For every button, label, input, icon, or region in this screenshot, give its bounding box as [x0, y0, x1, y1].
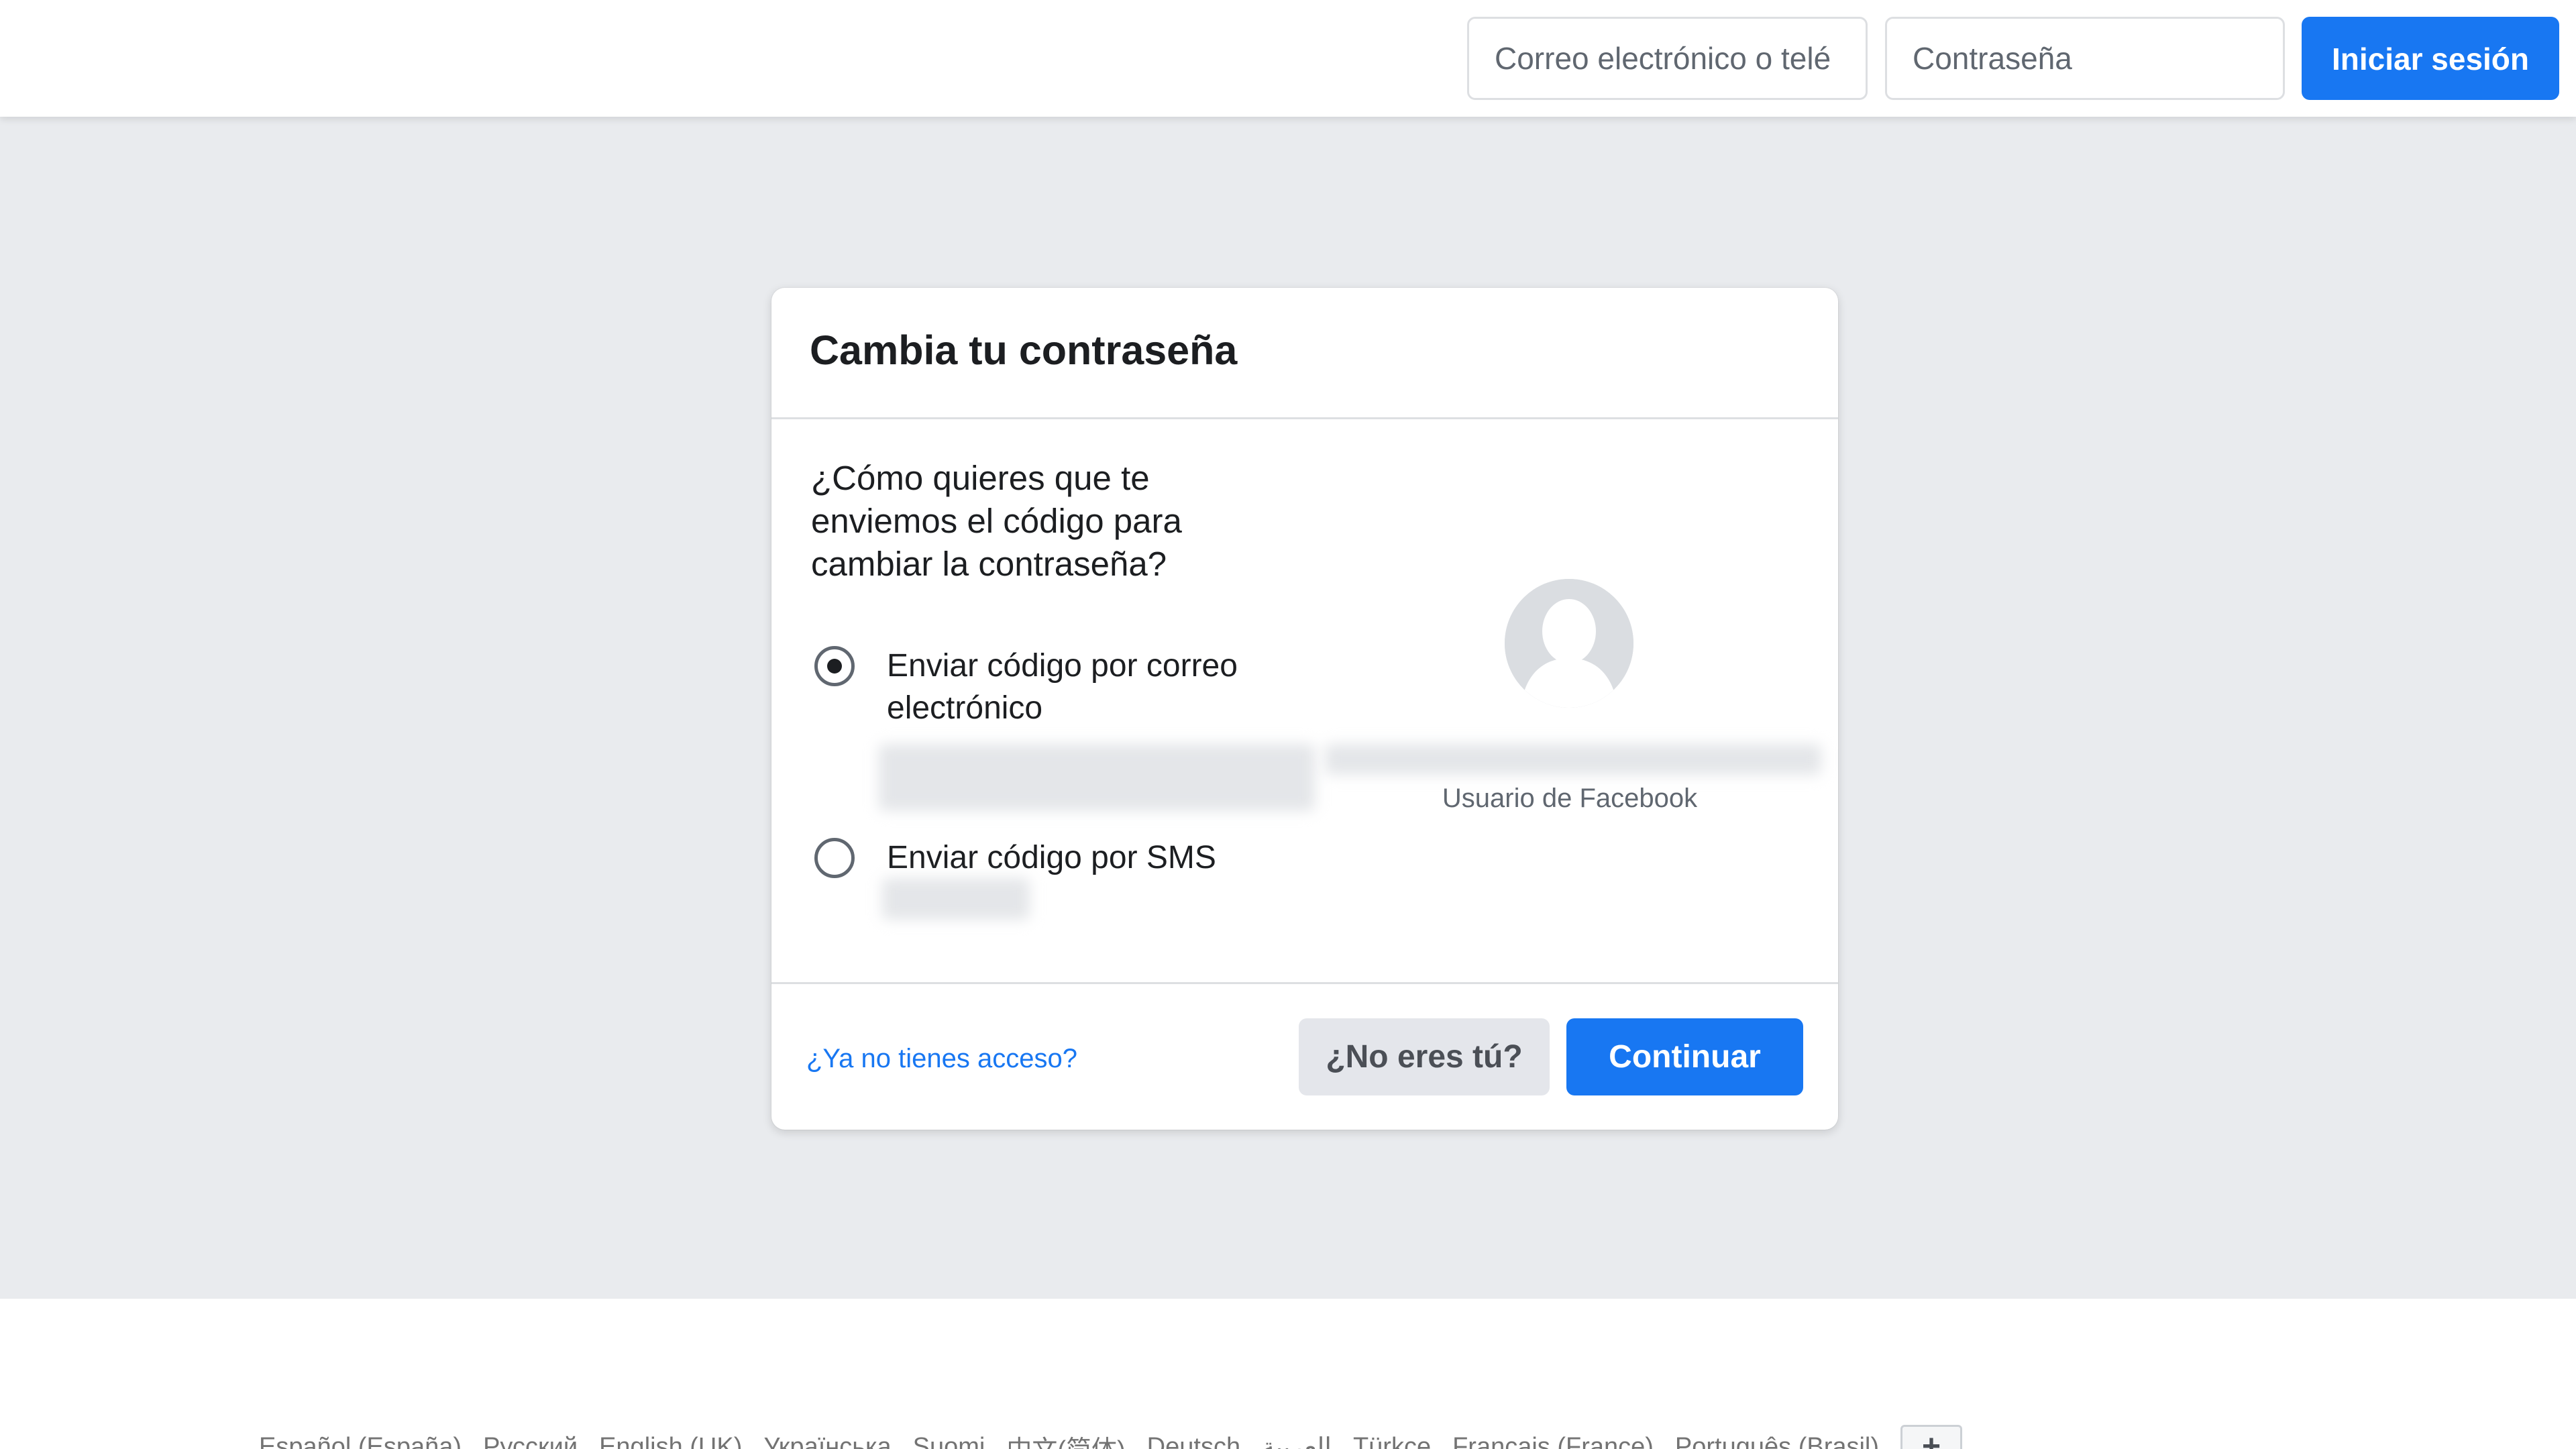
avatar: [1505, 579, 1633, 708]
email-or-phone-input[interactable]: [1467, 17, 1868, 100]
language-link-ru[interactable]: Русский: [483, 1433, 578, 1449]
email-option-label: Enviar código por correo electrónico: [887, 648, 1238, 726]
email-radio-button[interactable]: [814, 646, 855, 686]
top-login-bar: Iniciar sesión: [0, 0, 2576, 117]
card-footer-divider: [771, 982, 1838, 984]
language-link-tr[interactable]: Türkçe: [1353, 1433, 1431, 1449]
redacted-phone-number: [882, 878, 1030, 920]
language-link-uk[interactable]: Українська: [763, 1433, 891, 1449]
language-link-zh[interactable]: 中文(简体): [1006, 1429, 1125, 1449]
language-list: Español (España) Русский English (UK) Ук…: [259, 1425, 1963, 1449]
continue-button[interactable]: Continuar: [1566, 1018, 1803, 1095]
language-link-fr[interactable]: Français (France): [1452, 1433, 1654, 1449]
sms-radio-button[interactable]: [814, 838, 855, 878]
default-profile-silhouette-icon: [1505, 579, 1633, 708]
user-caption: Usuario de Facebook: [1442, 784, 1698, 813]
not-you-button[interactable]: ¿No eres tú?: [1299, 1018, 1550, 1095]
password-input[interactable]: [1885, 17, 2285, 100]
sms-option-label: Enviar código por SMS: [887, 840, 1216, 875]
login-button[interactable]: Iniciar sesión: [2302, 17, 2559, 100]
email-code-option[interactable]: Enviar código por correo electrónico: [814, 646, 1284, 733]
redacted-email-address: [879, 744, 1315, 811]
language-link-es[interactable]: Español (España): [259, 1433, 462, 1449]
language-link-ar[interactable]: العربية: [1262, 1432, 1332, 1449]
redacted-user-name: [1325, 744, 1821, 775]
footer: Español (España) Русский English (UK) Ук…: [0, 1299, 2576, 1449]
language-link-pt-br[interactable]: Português (Brasil): [1675, 1433, 1879, 1449]
more-languages-button[interactable]: +: [1900, 1425, 1963, 1449]
method-question: ¿Cómo quieres que te enviemos el código …: [811, 459, 1182, 583]
card-title: Cambia tu contraseña: [810, 327, 1238, 373]
language-link-de[interactable]: Deutsch: [1147, 1433, 1240, 1449]
reset-password-card: Cambia tu contraseña ¿Cómo quieres que t…: [771, 288, 1838, 1130]
no-access-link[interactable]: ¿Ya no tienes acceso?: [806, 1044, 1077, 1074]
page: Iniciar sesión Cambia tu contraseña ¿Cóm…: [0, 0, 2576, 1449]
language-link-en-gb[interactable]: English (UK): [599, 1433, 742, 1449]
language-link-fi[interactable]: Suomi: [913, 1433, 985, 1449]
sms-code-option[interactable]: Enviar código por SMS: [814, 838, 1284, 885]
card-header-divider: [771, 417, 1838, 419]
